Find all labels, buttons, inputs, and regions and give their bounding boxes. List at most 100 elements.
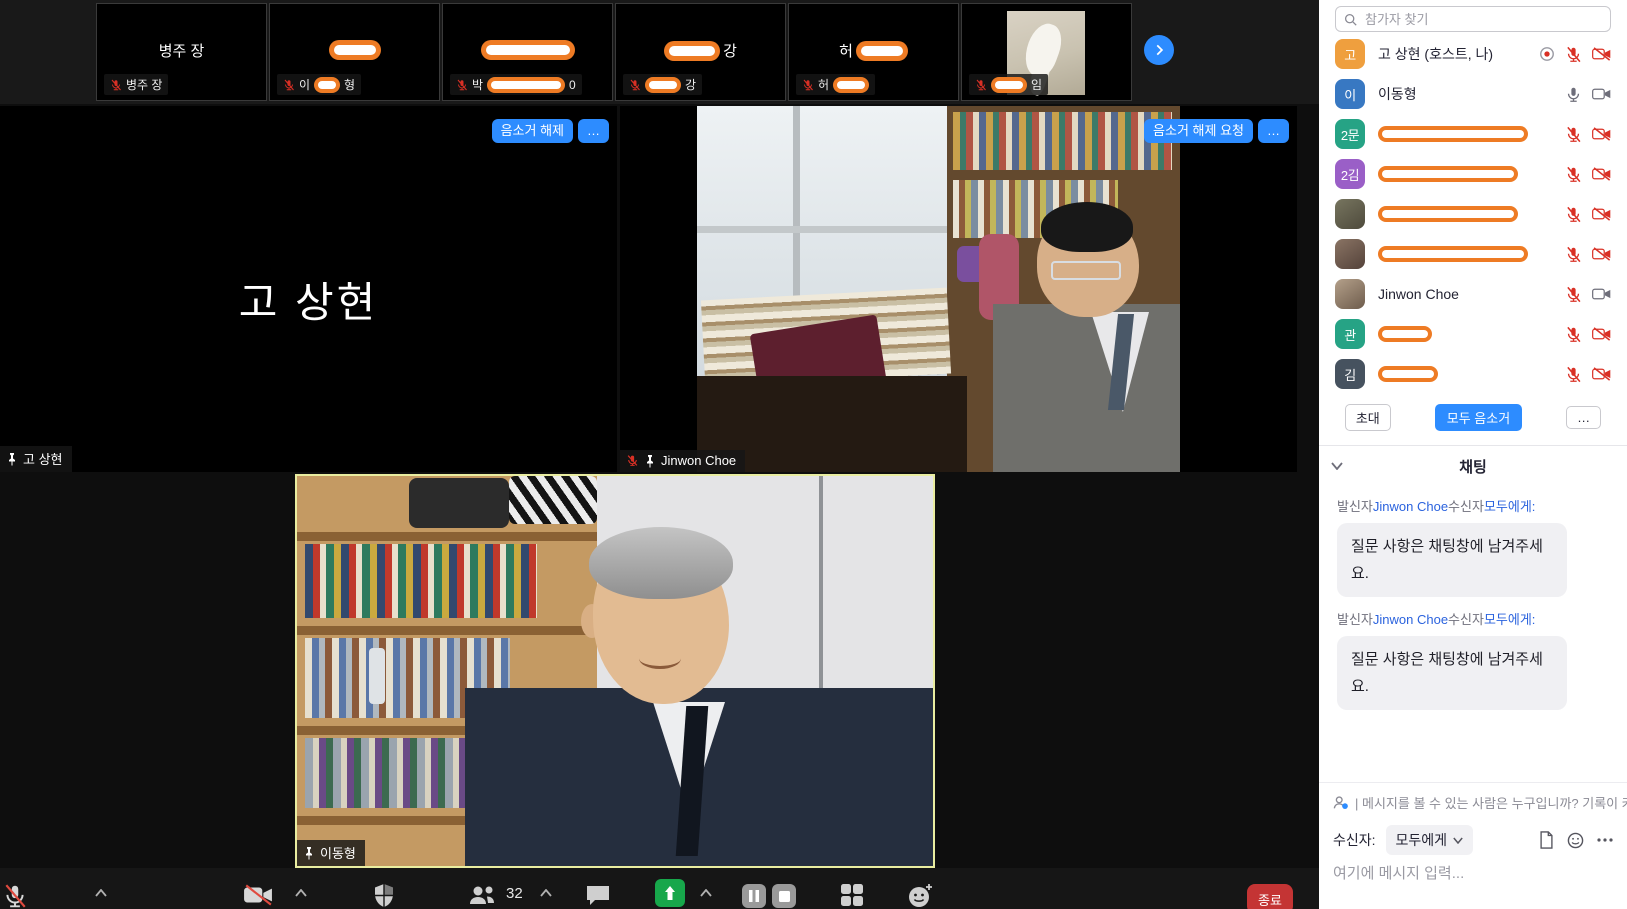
share-screen-button[interactable]	[655, 879, 685, 907]
end-meeting-button[interactable]: 종료	[1247, 884, 1293, 909]
participants-count: 32	[506, 885, 523, 902]
camera-off-icon[interactable]	[1592, 206, 1611, 222]
mic-off-icon[interactable]	[1565, 366, 1582, 383]
participant-row[interactable]: 고 고 상현 (호스트, 나)	[1319, 34, 1627, 74]
start-video-button[interactable]	[243, 883, 273, 907]
pin-icon	[6, 452, 18, 466]
mic-off-icon[interactable]	[1565, 166, 1582, 183]
video-options-chevron[interactable]	[295, 889, 307, 897]
participant-row[interactable]	[1319, 194, 1627, 234]
participant-row[interactable]: 관	[1319, 314, 1627, 354]
participants-button[interactable]	[468, 883, 498, 907]
gallery-tile[interactable]: 강 강	[615, 3, 786, 101]
tile-more-button[interactable]: …	[578, 119, 609, 143]
chat-composer: | 메시지를 볼 수 있는 사람은 누구입니까? 기록이 켜져 수신자: 모두에…	[1319, 782, 1627, 909]
redacted-name	[481, 40, 575, 60]
video-tile-active-speaker[interactable]: 이동형	[295, 474, 935, 868]
mic-off-icon	[975, 79, 987, 91]
emoji-icon[interactable]	[1567, 832, 1584, 849]
redacted-name	[1378, 246, 1528, 262]
participant-name: 고 상현 (호스트, 나)	[1378, 44, 1539, 64]
chat-sender[interactable]: Jinwon Choe	[1373, 499, 1448, 514]
unmute-button[interactable]: 음소거 해제	[492, 119, 573, 143]
chat-message: 발신자Jinwon Choe수신자모두에게: 질문 사항은 채팅창에 남겨주세요…	[1337, 609, 1609, 710]
share-options-chevron[interactable]	[700, 889, 712, 897]
participant-row[interactable]: 2김	[1319, 154, 1627, 194]
pin-icon	[644, 454, 656, 468]
camera-off-icon[interactable]	[1592, 366, 1611, 382]
invite-button[interactable]: 초대	[1345, 404, 1391, 431]
apps-button[interactable]	[840, 883, 864, 907]
participant-row[interactable]: 김	[1319, 354, 1627, 394]
mic-off-icon[interactable]	[1565, 206, 1582, 223]
collapse-chat-icon[interactable]	[1331, 462, 1343, 470]
stop-recording-button[interactable]	[772, 884, 796, 908]
mute-all-button[interactable]: 모두 음소거	[1435, 404, 1522, 431]
chat-message-input[interactable]	[1319, 857, 1589, 882]
mic-off-icon[interactable]	[1565, 246, 1582, 263]
participants-more-button[interactable]: …	[1566, 406, 1601, 429]
camera-off-icon[interactable]	[1592, 246, 1611, 262]
mic-off-icon[interactable]	[1565, 126, 1582, 143]
camera-off-icon[interactable]	[1592, 126, 1611, 142]
chat-title: 채팅	[1459, 456, 1487, 477]
reactions-button[interactable]	[908, 883, 934, 909]
chat-panel: 채팅 발신자Jinwon Choe수신자모두에게: 질문 사항은 채팅창에 남겨…	[1319, 445, 1627, 909]
tile-center-name: 병주 장	[97, 40, 266, 61]
tile-center-name: 강	[616, 40, 785, 61]
camera-off-icon[interactable]	[1592, 46, 1611, 62]
participant-name	[1378, 366, 1565, 382]
file-attach-icon[interactable]	[1539, 831, 1554, 849]
gallery-tile[interactable]: 임	[961, 3, 1132, 101]
participant-row[interactable]: 2문	[1319, 114, 1627, 154]
gallery-tile[interactable]: 병주 장 병주 장	[96, 3, 267, 101]
recipient-dropdown[interactable]: 모두에게	[1386, 825, 1474, 855]
redacted-name	[1378, 166, 1518, 182]
participant-row[interactable]: Jinwon Choe	[1319, 274, 1627, 314]
mic-off-icon	[626, 454, 639, 467]
speaker-name-label: 이동형	[320, 843, 356, 862]
camera-off-icon[interactable]	[1592, 326, 1611, 342]
participant-avatar: 김	[1335, 359, 1365, 389]
chat-recipient[interactable]: 모두에게:	[1484, 499, 1535, 514]
host-name-label: 고 상현	[23, 449, 63, 468]
ask-unmute-button[interactable]: 음소거 해제 요청	[1144, 119, 1253, 143]
mic-off-icon[interactable]	[1565, 286, 1582, 303]
pause-recording-button[interactable]	[742, 884, 766, 908]
video-tile-host[interactable]: 음소거 해제 … 고 상현 고 상현	[0, 106, 617, 472]
gallery-next-button[interactable]	[1144, 35, 1174, 65]
chat-button[interactable]	[585, 883, 611, 907]
gallery-tile[interactable]: 허 허	[788, 3, 959, 101]
participant-row[interactable]	[1319, 234, 1627, 274]
mic-off-icon[interactable]	[1565, 46, 1582, 63]
camera-icon[interactable]	[1592, 86, 1611, 102]
recipient-value: 모두에게	[1396, 830, 1448, 850]
gallery-tile[interactable]: 이형	[269, 3, 440, 101]
security-button[interactable]	[372, 883, 396, 909]
mic-options-chevron[interactable]	[95, 889, 107, 897]
tile-more-button[interactable]: …	[1258, 119, 1289, 143]
participant-search[interactable]	[1335, 6, 1611, 32]
chat-sender[interactable]: Jinwon Choe	[1373, 612, 1448, 627]
mic-icon[interactable]	[1565, 86, 1582, 103]
gallery-tiles: 병주 장 병주 장 이형 박0 강 강 허 허 임	[96, 3, 1132, 101]
zoom-meeting-window: 병주 장 병주 장 이형 박0 강 강 허 허 임 음소거 해제	[0, 0, 1627, 909]
camera-off-icon[interactable]	[1592, 166, 1611, 182]
mic-off-icon[interactable]	[1565, 326, 1582, 343]
chat-recipient[interactable]: 모두에게:	[1484, 612, 1535, 627]
chat-more-icon[interactable]	[1597, 838, 1613, 842]
video-tile-jinwon[interactable]: 음소거 해제 요청 … Jinwon Choe	[620, 106, 1297, 472]
search-icon	[1344, 13, 1357, 26]
recipient-row: 수신자: 모두에게	[1319, 818, 1627, 857]
speaker-name-tag: 이동형	[297, 840, 365, 866]
participant-search-input[interactable]	[1363, 11, 1602, 28]
mute-button[interactable]	[2, 883, 28, 909]
camera-icon[interactable]	[1592, 286, 1611, 302]
redacted-name	[1378, 326, 1432, 342]
gallery-tile[interactable]: 박0	[442, 3, 613, 101]
redacted-name	[314, 77, 340, 93]
pin-icon	[303, 846, 315, 860]
participant-row[interactable]: 이 이동형	[1319, 74, 1627, 114]
participants-chevron[interactable]	[540, 889, 552, 897]
chat-message-list: 발신자Jinwon Choe수신자모두에게: 질문 사항은 채팅창에 남겨주세요…	[1319, 482, 1627, 782]
